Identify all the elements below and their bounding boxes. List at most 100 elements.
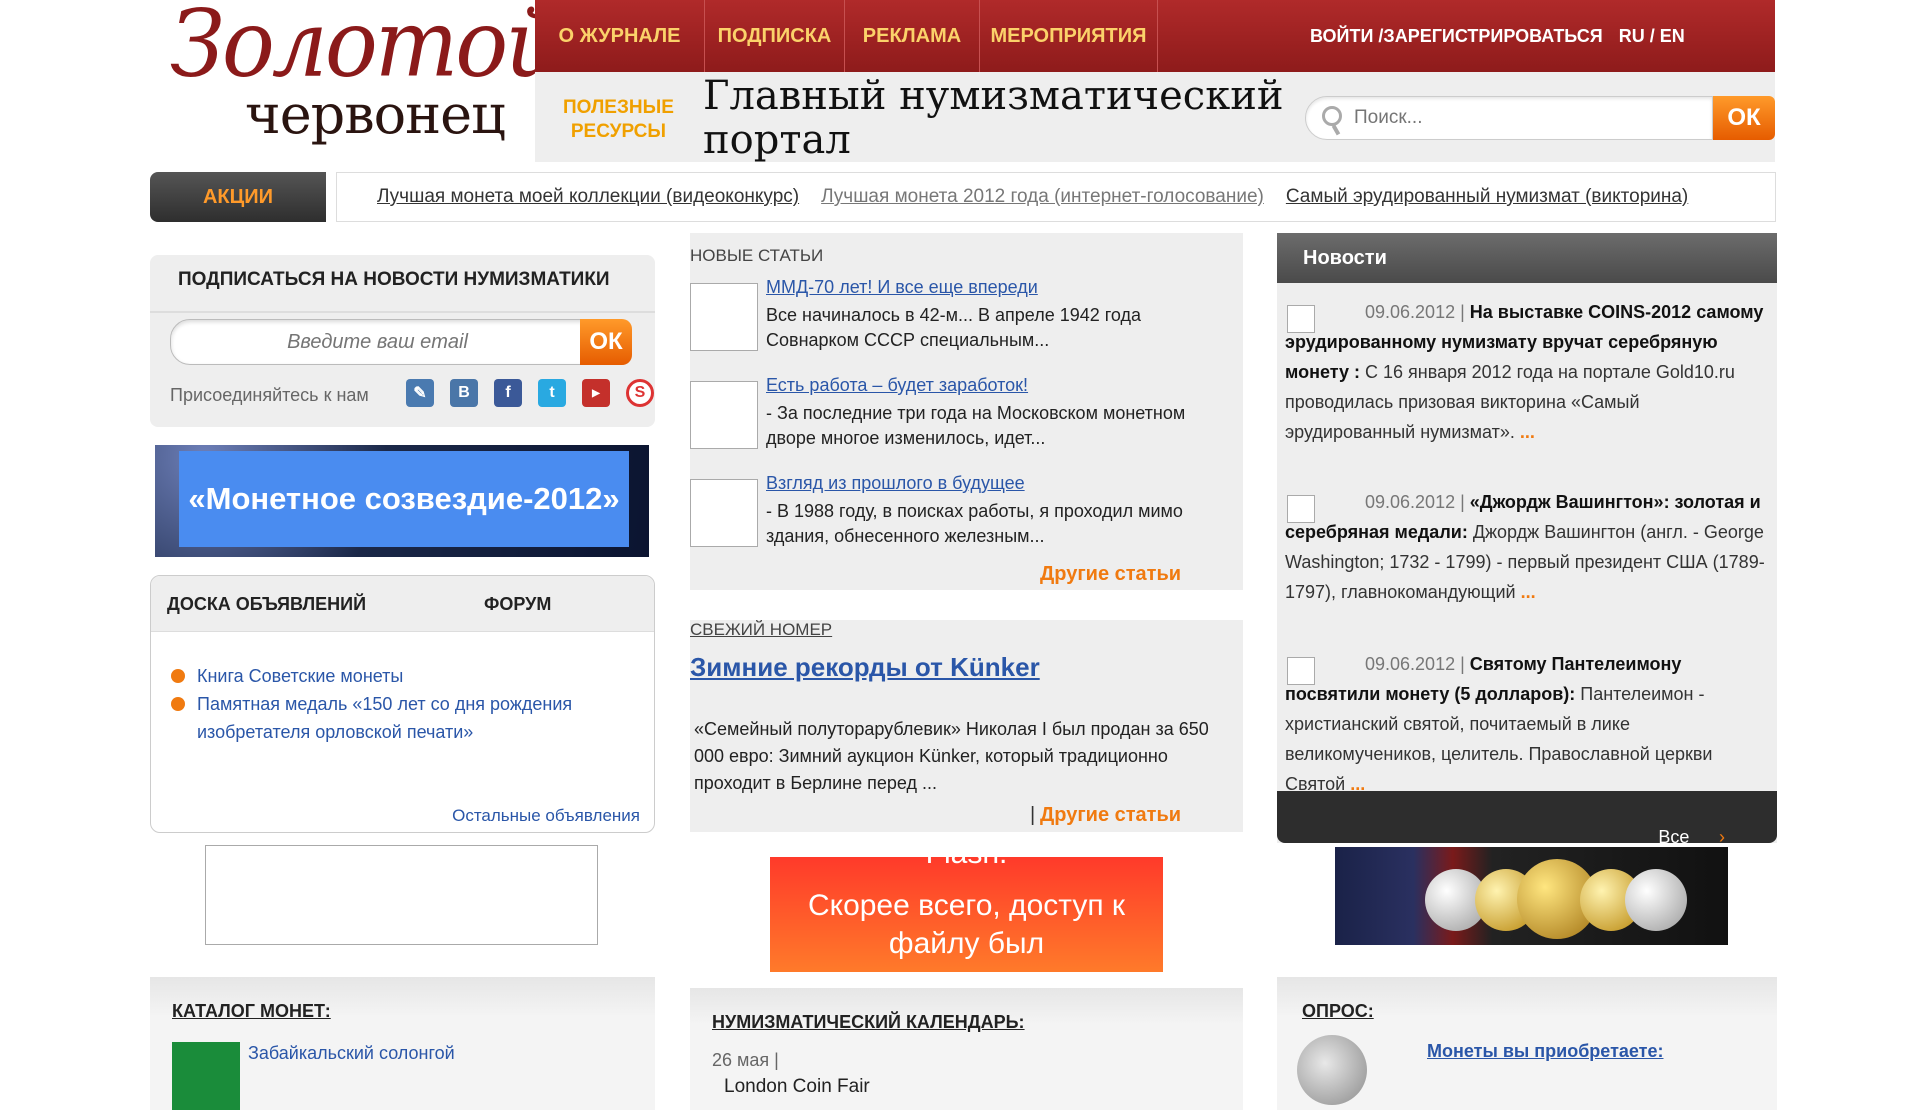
coin-thumbnail[interactable]	[172, 1042, 240, 1110]
banner-text: «Монетное созвездие-2012»	[179, 451, 629, 547]
search-icon	[1322, 106, 1342, 126]
announcement-list: Книга Советские монеты Памятная медаль «…	[171, 662, 572, 746]
article-title[interactable]: ММД-70 лет! И все еще впереди	[766, 277, 1038, 298]
vkontakte-icon[interactable]: В	[450, 379, 478, 407]
search-box	[1305, 96, 1713, 140]
new-articles-panel: НОВЫЕ СТАТЬИ ММД-70 лет! И все еще впере…	[690, 233, 1243, 590]
article-thumbnail[interactable]	[690, 479, 758, 547]
articles-label: НОВЫЕ СТАТЬИ	[690, 246, 824, 265]
poll-panel: ОПРОС: Монеты вы приобретаете:	[1277, 977, 1777, 1110]
join-us-label: Присоединяйтесь к нам	[170, 385, 369, 405]
news-date: 09.06.2012 |	[1365, 654, 1465, 674]
divider	[150, 311, 655, 313]
numismatic-calendar: НУМИЗМАТИЧЕСКИЙ КАЛЕНДАРЬ: 26 мая | Lond…	[690, 988, 1243, 1110]
read-more[interactable]: ...	[1350, 774, 1365, 791]
catalog-title[interactable]: КАТАЛОГ МОНЕТ:	[172, 1001, 331, 1022]
livejournal-icon[interactable]: ✎	[406, 379, 434, 407]
article-excerpt: Все начиналось в 42-м... В апреле 1942 г…	[766, 305, 1142, 350]
news-item[interactable]: 09.06.2012 | На выставке COINS-2012 само…	[1285, 297, 1769, 447]
odnoklassniki-icon[interactable]: S	[626, 379, 654, 407]
subscribe-title: ПОДПИСАТЬСЯ НА НОВОСТИ НУМИЗМАТИКИ	[178, 269, 610, 290]
heart-coin-icon	[1297, 1035, 1367, 1105]
fresh-issue-title[interactable]: Зимние рекорды от Künker	[690, 652, 1040, 683]
portal-line1: Главный нумизматический	[703, 73, 1284, 119]
news-thumbnail[interactable]	[1287, 657, 1315, 685]
portal-line2: портал	[703, 117, 851, 163]
coins-banner[interactable]	[1335, 847, 1728, 945]
promo-label: АКЦИИ	[150, 172, 326, 222]
flash-fallback-banner[interactable]: Flash. Скорее всего, доступ к файлу был	[770, 857, 1163, 972]
nav-advertising[interactable]: РЕКЛАМА	[845, 0, 980, 72]
separator: |	[1030, 804, 1036, 826]
subscribe-button[interactable]: ОК	[580, 319, 632, 365]
news-date: 09.06.2012 |	[1365, 492, 1465, 512]
list-item[interactable]: Книга Советские монеты	[171, 662, 572, 690]
youtube-icon[interactable]: ▶	[582, 379, 610, 407]
tab-announcements[interactable]: ДОСКА ОБЪЯВЛЕНИЙ	[167, 594, 366, 615]
search-input[interactable]	[1354, 105, 1694, 131]
ad-image-placeholder[interactable]	[205, 845, 598, 945]
banner-line0: Flash.	[770, 857, 1163, 873]
login-register-link[interactable]: ВОЙТИ /ЗАРЕГИСТРИРОВАТЬСЯ	[1310, 26, 1603, 47]
promo-links: Лучшая монета моей коллекции (видеоконку…	[336, 172, 1776, 222]
article-excerpt: - За последние три года на Московском мо…	[766, 403, 1186, 448]
read-more[interactable]: ...	[1521, 582, 1536, 602]
calendar-title[interactable]: НУМИЗМАТИЧЕСКИЙ КАЛЕНДАРЬ:	[712, 1012, 1025, 1033]
header-subbar: ПОЛЕЗНЫЕ РЕСУРСЫ Главный нумизматический…	[535, 72, 1775, 162]
list-item[interactable]: Памятная медаль «150 лет со дня рождения…	[171, 690, 572, 746]
nav-subscription[interactable]: ПОДПИСКА	[705, 0, 845, 72]
news-thumbnail[interactable]	[1287, 305, 1315, 333]
useful-line2: РЕСУРСЫ	[570, 121, 667, 142]
fresh-issue-panel: СВЕЖИЙ НОМЕР Зимние рекорды от Künker «С…	[690, 620, 1243, 832]
event-link[interactable]: London Coin Fair	[724, 1076, 870, 1098]
nav-events[interactable]: МЕРОПРИЯТИЯ	[980, 0, 1158, 72]
article-thumbnail[interactable]	[690, 283, 758, 351]
article-title[interactable]: Есть работа – будет заработок!	[766, 375, 1028, 396]
coin-constellation-banner[interactable]: «Монетное созвездие-2012»	[155, 445, 649, 557]
more-articles-link[interactable]: Другие статьи	[1040, 563, 1181, 586]
logo-line1: Золотой	[170, 0, 562, 98]
logo-line2: червонец	[245, 83, 506, 146]
catalog-item-link[interactable]: Забайкальский солонгой	[248, 1043, 455, 1064]
subscribe-panel: ПОДПИСАТЬСЯ НА НОВОСТИ НУМИЗМАТИКИ ОК Пр…	[150, 255, 655, 427]
tab-forum[interactable]: ФОРУМ	[484, 594, 551, 615]
announcements-board: ДОСКА ОБЪЯВЛЕНИЙ ФОРУМ Книга Советские м…	[150, 575, 655, 833]
promo-link-quiz[interactable]: Самый эрудированный нумизмат (викторина)	[1286, 186, 1688, 208]
fresh-issue-excerpt: «Семейный полуторарублевик» Николая I бы…	[694, 719, 1209, 793]
site-logo[interactable]: Золотой червонец	[150, 0, 562, 160]
fresh-issue-label[interactable]: СВЕЖИЙ НОМЕР	[690, 620, 832, 640]
email-field-wrap	[170, 319, 585, 365]
news-title: Новости	[1277, 233, 1777, 283]
poll-question-link[interactable]: Монеты вы приобретаете:	[1427, 1041, 1664, 1062]
top-nav-bar: О ЖУРНАЛЕ ПОДПИСКА РЕКЛАМА МЕРОПРИЯТИЯ В…	[535, 0, 1775, 72]
article-thumbnail[interactable]	[690, 381, 758, 449]
read-more[interactable]: ...	[1520, 422, 1535, 442]
search-button[interactable]: ОК	[1713, 96, 1775, 140]
promo-link-video-contest[interactable]: Лучшая монета моей коллекции (видеоконку…	[377, 186, 799, 208]
article-title[interactable]: Взгляд из прошлого в будущее	[766, 473, 1025, 494]
useful-line1: ПОЛЕЗНЫЕ	[563, 97, 674, 118]
twitter-icon[interactable]: t	[538, 379, 566, 407]
nav-about[interactable]: О ЖУРНАЛЕ	[535, 0, 705, 72]
silver-coin-icon	[1625, 869, 1687, 931]
banner-line2: файлу был	[888, 927, 1045, 960]
facebook-icon[interactable]: f	[494, 379, 522, 407]
news-thumbnail[interactable]	[1287, 495, 1315, 523]
email-field[interactable]	[171, 320, 584, 364]
news-panel: Новости 09.06.2012 | На выставке COINS-2…	[1277, 233, 1777, 868]
coin-catalog-panel: КАТАЛОГ МОНЕТ: Забайкальский солонгой	[150, 977, 655, 1110]
board-tabs: ДОСКА ОБЪЯВЛЕНИЙ ФОРУМ	[151, 576, 654, 632]
useful-resources-link[interactable]: ПОЛЕЗНЫЕ РЕСУРСЫ	[563, 96, 674, 144]
more-announcements-link[interactable]: Остальные объявления	[452, 806, 640, 826]
poll-title[interactable]: ОПРОС:	[1302, 1001, 1374, 1022]
news-item[interactable]: 09.06.2012 | «Джордж Вашингтон»: золотая…	[1285, 487, 1769, 607]
more-articles-link-2[interactable]: Другие статьи	[1040, 804, 1181, 827]
portal-tagline: Главный нумизматический портал	[703, 74, 1284, 162]
language-switch[interactable]: RU / EN	[1619, 26, 1685, 47]
banner-line1: Скорее всего, доступ к	[807, 889, 1126, 922]
news-item[interactable]: 09.06.2012 | Святому Пантелеимону посвят…	[1285, 649, 1769, 791]
news-date: 09.06.2012 |	[1365, 302, 1465, 322]
article-excerpt: - В 1988 году, в поисках работы, я прохо…	[766, 501, 1183, 546]
promo-link-online-vote[interactable]: Лучшая монета 2012 года (интернет-голосо…	[821, 186, 1264, 208]
event-date: 26 мая |	[712, 1050, 779, 1070]
